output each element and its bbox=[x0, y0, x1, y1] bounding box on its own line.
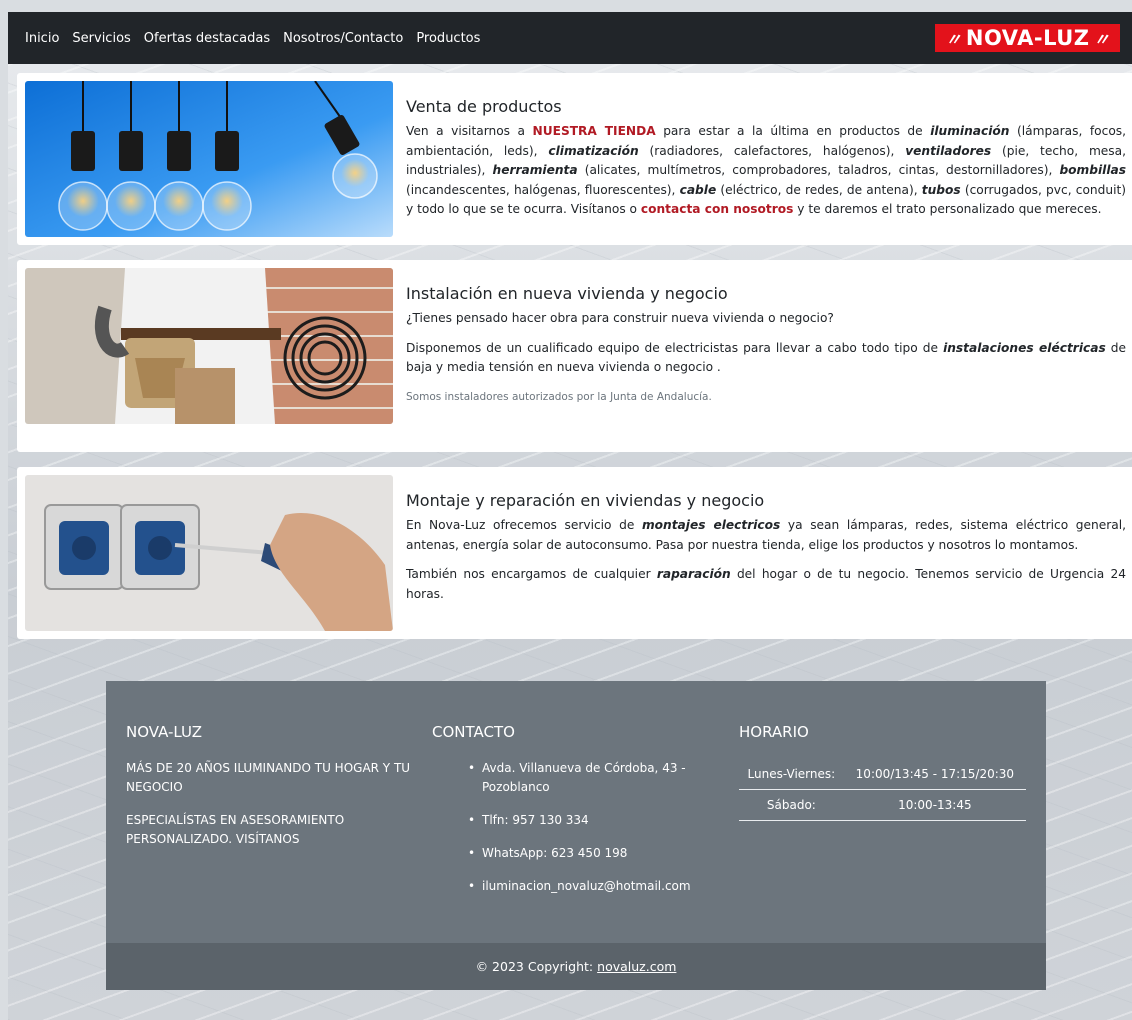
electrician-image bbox=[25, 268, 393, 424]
contact-email: iluminacion_novaluz@hotmail.com bbox=[432, 877, 722, 896]
card-title: Venta de productos bbox=[406, 97, 562, 116]
contact-list: Avda. Villanueva de Córdoba, 43 - Pozobl… bbox=[432, 759, 722, 896]
hours-table: Lunes-Viernes: 10:00/13:45 - 17:15/20:30… bbox=[739, 759, 1026, 821]
card-venta-productos: Venta de productos Ven a visitarnos a NU… bbox=[17, 73, 1132, 245]
hours-day: Sábado: bbox=[739, 789, 844, 821]
footer-hours: HORARIO Lunes-Viernes: 10:00/13:45 - 17:… bbox=[739, 723, 1026, 821]
footer-text: Especialístas en asesoramiento personali… bbox=[126, 813, 345, 846]
nav-link-contacto[interactable]: Nosotros/Contacto bbox=[283, 31, 403, 46]
footer-title: NOVA-LUZ bbox=[126, 723, 203, 741]
nav-links: Inicio Servicios Ofertas destacadas Noso… bbox=[25, 12, 493, 64]
contact-phone: Tlfn: 957 130 334 bbox=[432, 811, 722, 830]
light-bulbs-image bbox=[25, 81, 393, 237]
nav-link-ofertas[interactable]: Ofertas destacadas bbox=[144, 31, 270, 46]
card-text: ¿Tienes pensado hacer obra para construi… bbox=[406, 311, 834, 325]
card-body: Montaje y reparación en viviendas y nego… bbox=[406, 491, 1132, 614]
navbar: Inicio Servicios Ofertas destacadas Noso… bbox=[8, 12, 1132, 64]
nav-link-inicio[interactable]: Inicio bbox=[25, 31, 59, 46]
card-muted-text: Somos instaladores autorizados por la Ju… bbox=[406, 390, 712, 403]
card-text: Disponemos de un cualificado equipo de e… bbox=[406, 340, 1127, 375]
brand-logo[interactable]: 〃 NOVA-LUZ 〃 bbox=[935, 24, 1120, 52]
card-text: Ven a visitarnos a NUESTRA TIENDA para e… bbox=[406, 124, 1127, 216]
contact-address: Avda. Villanueva de Córdoba, 43 - Pozobl… bbox=[432, 759, 722, 797]
card-text: En Nova-Luz ofrecemos servicio de montaj… bbox=[406, 518, 1126, 552]
table-row: Lunes-Viernes: 10:00/13:45 - 17:15/20:30 bbox=[739, 759, 1026, 790]
hours-time: 10:00-13:45 bbox=[843, 789, 1026, 821]
card-instalacion: Instalación en nueva vivienda y negocio … bbox=[17, 260, 1132, 452]
copyright-bar: © 2023 Copyright: novaluz.com bbox=[106, 943, 1046, 990]
footer-contact: CONTACTO Avda. Villanueva de Córdoba, 43… bbox=[432, 723, 722, 910]
logo-text: NOVA-LUZ bbox=[965, 26, 1090, 50]
footer-title: CONTACTO bbox=[432, 723, 515, 741]
hours-day: Lunes-Viernes: bbox=[739, 759, 844, 790]
card-title: Montaje y reparación en viviendas y nego… bbox=[406, 491, 765, 510]
card-body: Instalación en nueva vivienda y negocio … bbox=[406, 284, 1132, 417]
card-body: Venta de productos Ven a visitarnos a NU… bbox=[406, 97, 1132, 230]
card-montaje: Montaje y reparación en viviendas y nego… bbox=[17, 467, 1132, 639]
footer: NOVA-LUZ Más de 20 años iluminando tu ho… bbox=[106, 681, 1046, 990]
card-text: También nos encargamos de cualquier rapa… bbox=[406, 567, 1127, 601]
footer-text: Más de 20 años iluminando tu hogar y tu … bbox=[126, 761, 411, 794]
footer-about: NOVA-LUZ Más de 20 años iluminando tu ho… bbox=[126, 723, 411, 863]
footer-title: HORARIO bbox=[739, 723, 809, 741]
hours-time: 10:00/13:45 - 17:15/20:30 bbox=[843, 759, 1026, 790]
lightning-icon: 〃 bbox=[945, 30, 962, 49]
nav-link-productos[interactable]: Productos bbox=[416, 31, 480, 46]
socket-repair-image bbox=[25, 475, 393, 631]
card-title: Instalación en nueva vivienda y negocio bbox=[406, 284, 728, 303]
nuestra-tienda-link[interactable]: NUESTRA TIENDA bbox=[533, 124, 656, 138]
copyright-text: © 2023 Copyright: bbox=[475, 959, 594, 974]
contact-whatsapp: WhatsApp: 623 450 198 bbox=[432, 844, 722, 863]
nav-link-servicios[interactable]: Servicios bbox=[72, 31, 130, 46]
lightning-icon: 〃 bbox=[1093, 30, 1110, 49]
contacta-link[interactable]: contacta con nosotros bbox=[641, 202, 794, 216]
table-row: Sábado: 10:00-13:45 bbox=[739, 789, 1026, 821]
copyright-link[interactable]: novaluz.com bbox=[597, 959, 676, 974]
